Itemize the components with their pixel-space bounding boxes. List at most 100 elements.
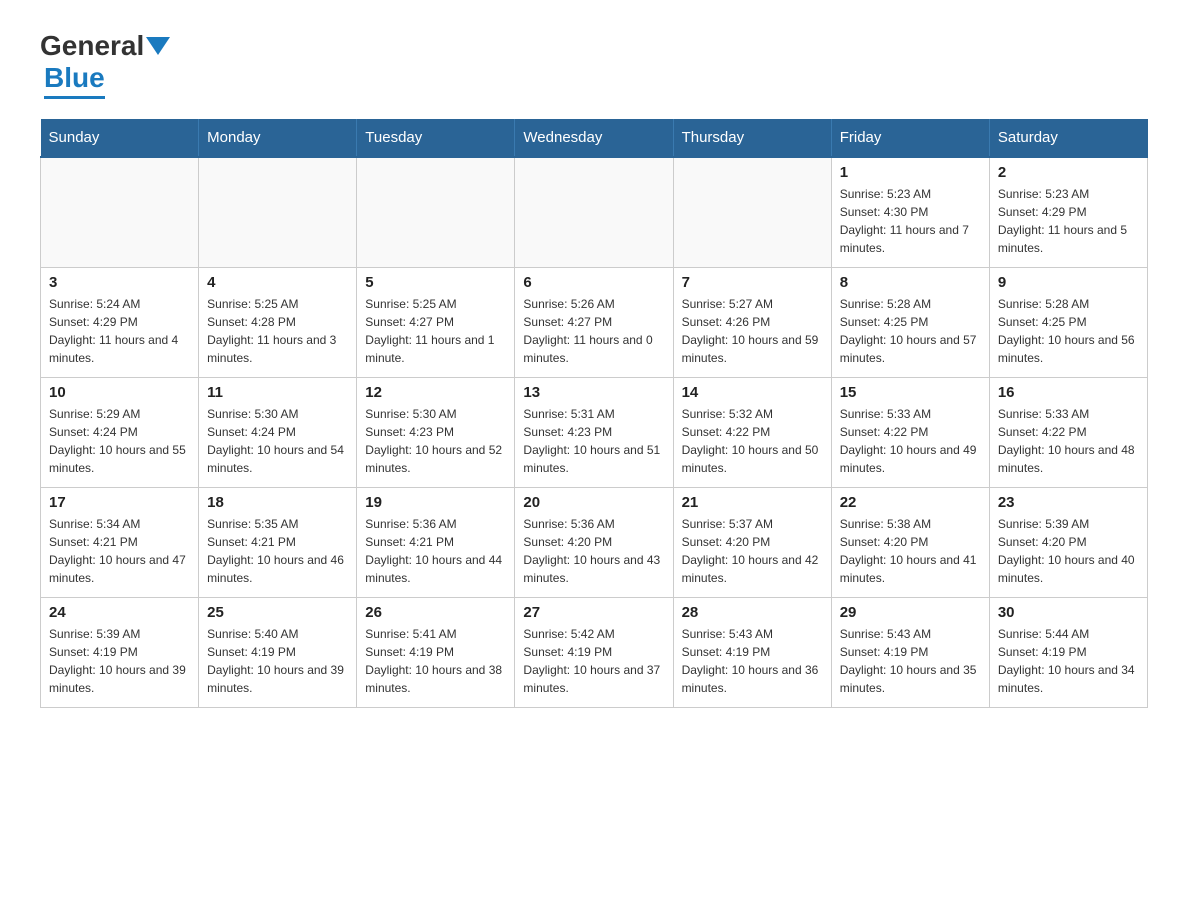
calendar-cell: 14 Sunrise: 5:32 AMSunset: 4:22 PMDayligh… bbox=[673, 377, 831, 487]
day-number: 9 bbox=[998, 274, 1139, 291]
day-number: 5 bbox=[365, 274, 506, 291]
day-info: Sunrise: 5:39 AMSunset: 4:20 PMDaylight:… bbox=[998, 515, 1139, 587]
calendar-cell: 22 Sunrise: 5:38 AMSunset: 4:20 PMDayligh… bbox=[831, 487, 989, 597]
calendar-cell: 24Sunrise: 5:39 AMSunset: 4:19 PMDayligh… bbox=[41, 597, 199, 707]
calendar-week-row: 17Sunrise: 5:34 AMSunset: 4:21 PMDayligh… bbox=[41, 487, 1148, 597]
day-info: Sunrise: 5:25 AMSunset: 4:28 PMDaylight:… bbox=[207, 295, 348, 367]
calendar-cell: 29Sunrise: 5:43 AMSunset: 4:19 PMDayligh… bbox=[831, 597, 989, 707]
day-info: Sunrise: 5:42 AMSunset: 4:19 PMDaylight:… bbox=[523, 625, 664, 697]
day-info: Sunrise: 5:29 AMSunset: 4:24 PMDaylight:… bbox=[49, 405, 190, 477]
day-of-week-header: Sunday bbox=[41, 119, 199, 157]
calendar-cell: 17Sunrise: 5:34 AMSunset: 4:21 PMDayligh… bbox=[41, 487, 199, 597]
day-number: 27 bbox=[523, 604, 664, 621]
day-info: Sunrise: 5:28 AMSunset: 4:25 PMDaylight:… bbox=[840, 295, 981, 367]
logo-arrow-icon bbox=[146, 37, 170, 55]
calendar-cell: 8 Sunrise: 5:28 AMSunset: 4:25 PMDaylight… bbox=[831, 267, 989, 377]
calendar-cell: 23 Sunrise: 5:39 AMSunset: 4:20 PMDayligh… bbox=[989, 487, 1147, 597]
day-number: 19 bbox=[365, 494, 506, 511]
calendar-cell: 5 Sunrise: 5:25 AMSunset: 4:27 PMDaylight… bbox=[357, 267, 515, 377]
day-info: Sunrise: 5:41 AMSunset: 4:19 PMDaylight:… bbox=[365, 625, 506, 697]
day-of-week-header: Friday bbox=[831, 119, 989, 157]
day-number: 7 bbox=[682, 274, 823, 291]
calendar-cell bbox=[41, 157, 199, 267]
calendar-cell: 21Sunrise: 5:37 AMSunset: 4:20 PMDayligh… bbox=[673, 487, 831, 597]
day-info: Sunrise: 5:33 AMSunset: 4:22 PMDaylight:… bbox=[998, 405, 1139, 477]
day-info: Sunrise: 5:31 AMSunset: 4:23 PMDaylight:… bbox=[523, 405, 664, 477]
day-info: Sunrise: 5:26 AMSunset: 4:27 PMDaylight:… bbox=[523, 295, 664, 367]
calendar-cell: 7 Sunrise: 5:27 AMSunset: 4:26 PMDaylight… bbox=[673, 267, 831, 377]
day-number: 1 bbox=[840, 164, 981, 181]
calendar-cell: 4 Sunrise: 5:25 AMSunset: 4:28 PMDaylight… bbox=[199, 267, 357, 377]
calendar-cell: 16 Sunrise: 5:33 AMSunset: 4:22 PMDayligh… bbox=[989, 377, 1147, 487]
day-number: 2 bbox=[998, 164, 1139, 181]
day-info: Sunrise: 5:23 AMSunset: 4:29 PMDaylight:… bbox=[998, 185, 1139, 257]
calendar-cell: 30Sunrise: 5:44 AMSunset: 4:19 PMDayligh… bbox=[989, 597, 1147, 707]
calendar-cell: 6 Sunrise: 5:26 AMSunset: 4:27 PMDaylight… bbox=[515, 267, 673, 377]
calendar-cell: 18 Sunrise: 5:35 AMSunset: 4:21 PMDayligh… bbox=[199, 487, 357, 597]
day-number: 8 bbox=[840, 274, 981, 291]
calendar-cell bbox=[515, 157, 673, 267]
day-info: Sunrise: 5:28 AMSunset: 4:25 PMDaylight:… bbox=[998, 295, 1139, 367]
day-number: 26 bbox=[365, 604, 506, 621]
day-number: 12 bbox=[365, 384, 506, 401]
calendar-cell bbox=[357, 157, 515, 267]
calendar-cell: 26 Sunrise: 5:41 AMSunset: 4:19 PMDayligh… bbox=[357, 597, 515, 707]
day-number: 13 bbox=[523, 384, 664, 401]
calendar-table: SundayMondayTuesdayWednesdayThursdayFrid… bbox=[40, 119, 1148, 708]
day-info: Sunrise: 5:43 AMSunset: 4:19 PMDaylight:… bbox=[682, 625, 823, 697]
day-number: 22 bbox=[840, 494, 981, 511]
logo-general-text: General bbox=[40, 30, 144, 62]
calendar-cell: 13 Sunrise: 5:31 AMSunset: 4:23 PMDayligh… bbox=[515, 377, 673, 487]
day-of-week-header: Wednesday bbox=[515, 119, 673, 157]
day-of-week-header: Saturday bbox=[989, 119, 1147, 157]
day-info: Sunrise: 5:35 AMSunset: 4:21 PMDaylight:… bbox=[207, 515, 348, 587]
day-number: 14 bbox=[682, 384, 823, 401]
day-number: 23 bbox=[998, 494, 1139, 511]
day-number: 18 bbox=[207, 494, 348, 511]
logo-blue-text: Blue bbox=[44, 62, 105, 93]
day-number: 15 bbox=[840, 384, 981, 401]
page-header: General Blue bbox=[40, 30, 1148, 99]
day-info: Sunrise: 5:30 AMSunset: 4:24 PMDaylight:… bbox=[207, 405, 348, 477]
day-number: 10 bbox=[49, 384, 190, 401]
day-info: Sunrise: 5:24 AMSunset: 4:29 PMDaylight:… bbox=[49, 295, 190, 367]
day-number: 17 bbox=[49, 494, 190, 511]
calendar-cell: 3 Sunrise: 5:24 AMSunset: 4:29 PMDaylight… bbox=[41, 267, 199, 377]
day-info: Sunrise: 5:43 AMSunset: 4:19 PMDaylight:… bbox=[840, 625, 981, 697]
calendar-cell: 25Sunrise: 5:40 AMSunset: 4:19 PMDayligh… bbox=[199, 597, 357, 707]
day-info: Sunrise: 5:36 AMSunset: 4:21 PMDaylight:… bbox=[365, 515, 506, 587]
calendar-cell: 11 Sunrise: 5:30 AMSunset: 4:24 PMDayligh… bbox=[199, 377, 357, 487]
day-of-week-header: Monday bbox=[199, 119, 357, 157]
day-number: 3 bbox=[49, 274, 190, 291]
day-number: 28 bbox=[682, 604, 823, 621]
logo-underline bbox=[44, 96, 105, 99]
day-number: 16 bbox=[998, 384, 1139, 401]
calendar-cell bbox=[673, 157, 831, 267]
day-number: 11 bbox=[207, 384, 348, 401]
calendar-body: 1 Sunrise: 5:23 AMSunset: 4:30 PMDaylight… bbox=[41, 157, 1148, 707]
calendar-week-row: 3 Sunrise: 5:24 AMSunset: 4:29 PMDaylight… bbox=[41, 267, 1148, 377]
calendar-cell: 27 Sunrise: 5:42 AMSunset: 4:19 PMDayligh… bbox=[515, 597, 673, 707]
day-of-week-header: Tuesday bbox=[357, 119, 515, 157]
day-info: Sunrise: 5:23 AMSunset: 4:30 PMDaylight:… bbox=[840, 185, 981, 257]
day-number: 21 bbox=[682, 494, 823, 511]
day-number: 6 bbox=[523, 274, 664, 291]
day-info: Sunrise: 5:25 AMSunset: 4:27 PMDaylight:… bbox=[365, 295, 506, 367]
day-info: Sunrise: 5:38 AMSunset: 4:20 PMDaylight:… bbox=[840, 515, 981, 587]
day-number: 25 bbox=[207, 604, 348, 621]
calendar-cell: 19 Sunrise: 5:36 AMSunset: 4:21 PMDayligh… bbox=[357, 487, 515, 597]
day-info: Sunrise: 5:27 AMSunset: 4:26 PMDaylight:… bbox=[682, 295, 823, 367]
logo: General Blue bbox=[40, 30, 172, 99]
calendar-cell: 12 Sunrise: 5:30 AMSunset: 4:23 PMDayligh… bbox=[357, 377, 515, 487]
day-info: Sunrise: 5:30 AMSunset: 4:23 PMDaylight:… bbox=[365, 405, 506, 477]
day-number: 4 bbox=[207, 274, 348, 291]
day-number: 24 bbox=[49, 604, 190, 621]
day-number: 20 bbox=[523, 494, 664, 511]
day-info: Sunrise: 5:32 AMSunset: 4:22 PMDaylight:… bbox=[682, 405, 823, 477]
calendar-cell: 2 Sunrise: 5:23 AMSunset: 4:29 PMDaylight… bbox=[989, 157, 1147, 267]
calendar-header-row: SundayMondayTuesdayWednesdayThursdayFrid… bbox=[41, 119, 1148, 157]
day-info: Sunrise: 5:36 AMSunset: 4:20 PMDaylight:… bbox=[523, 515, 664, 587]
calendar-week-row: 24Sunrise: 5:39 AMSunset: 4:19 PMDayligh… bbox=[41, 597, 1148, 707]
day-of-week-header: Thursday bbox=[673, 119, 831, 157]
calendar-week-row: 1 Sunrise: 5:23 AMSunset: 4:30 PMDaylight… bbox=[41, 157, 1148, 267]
